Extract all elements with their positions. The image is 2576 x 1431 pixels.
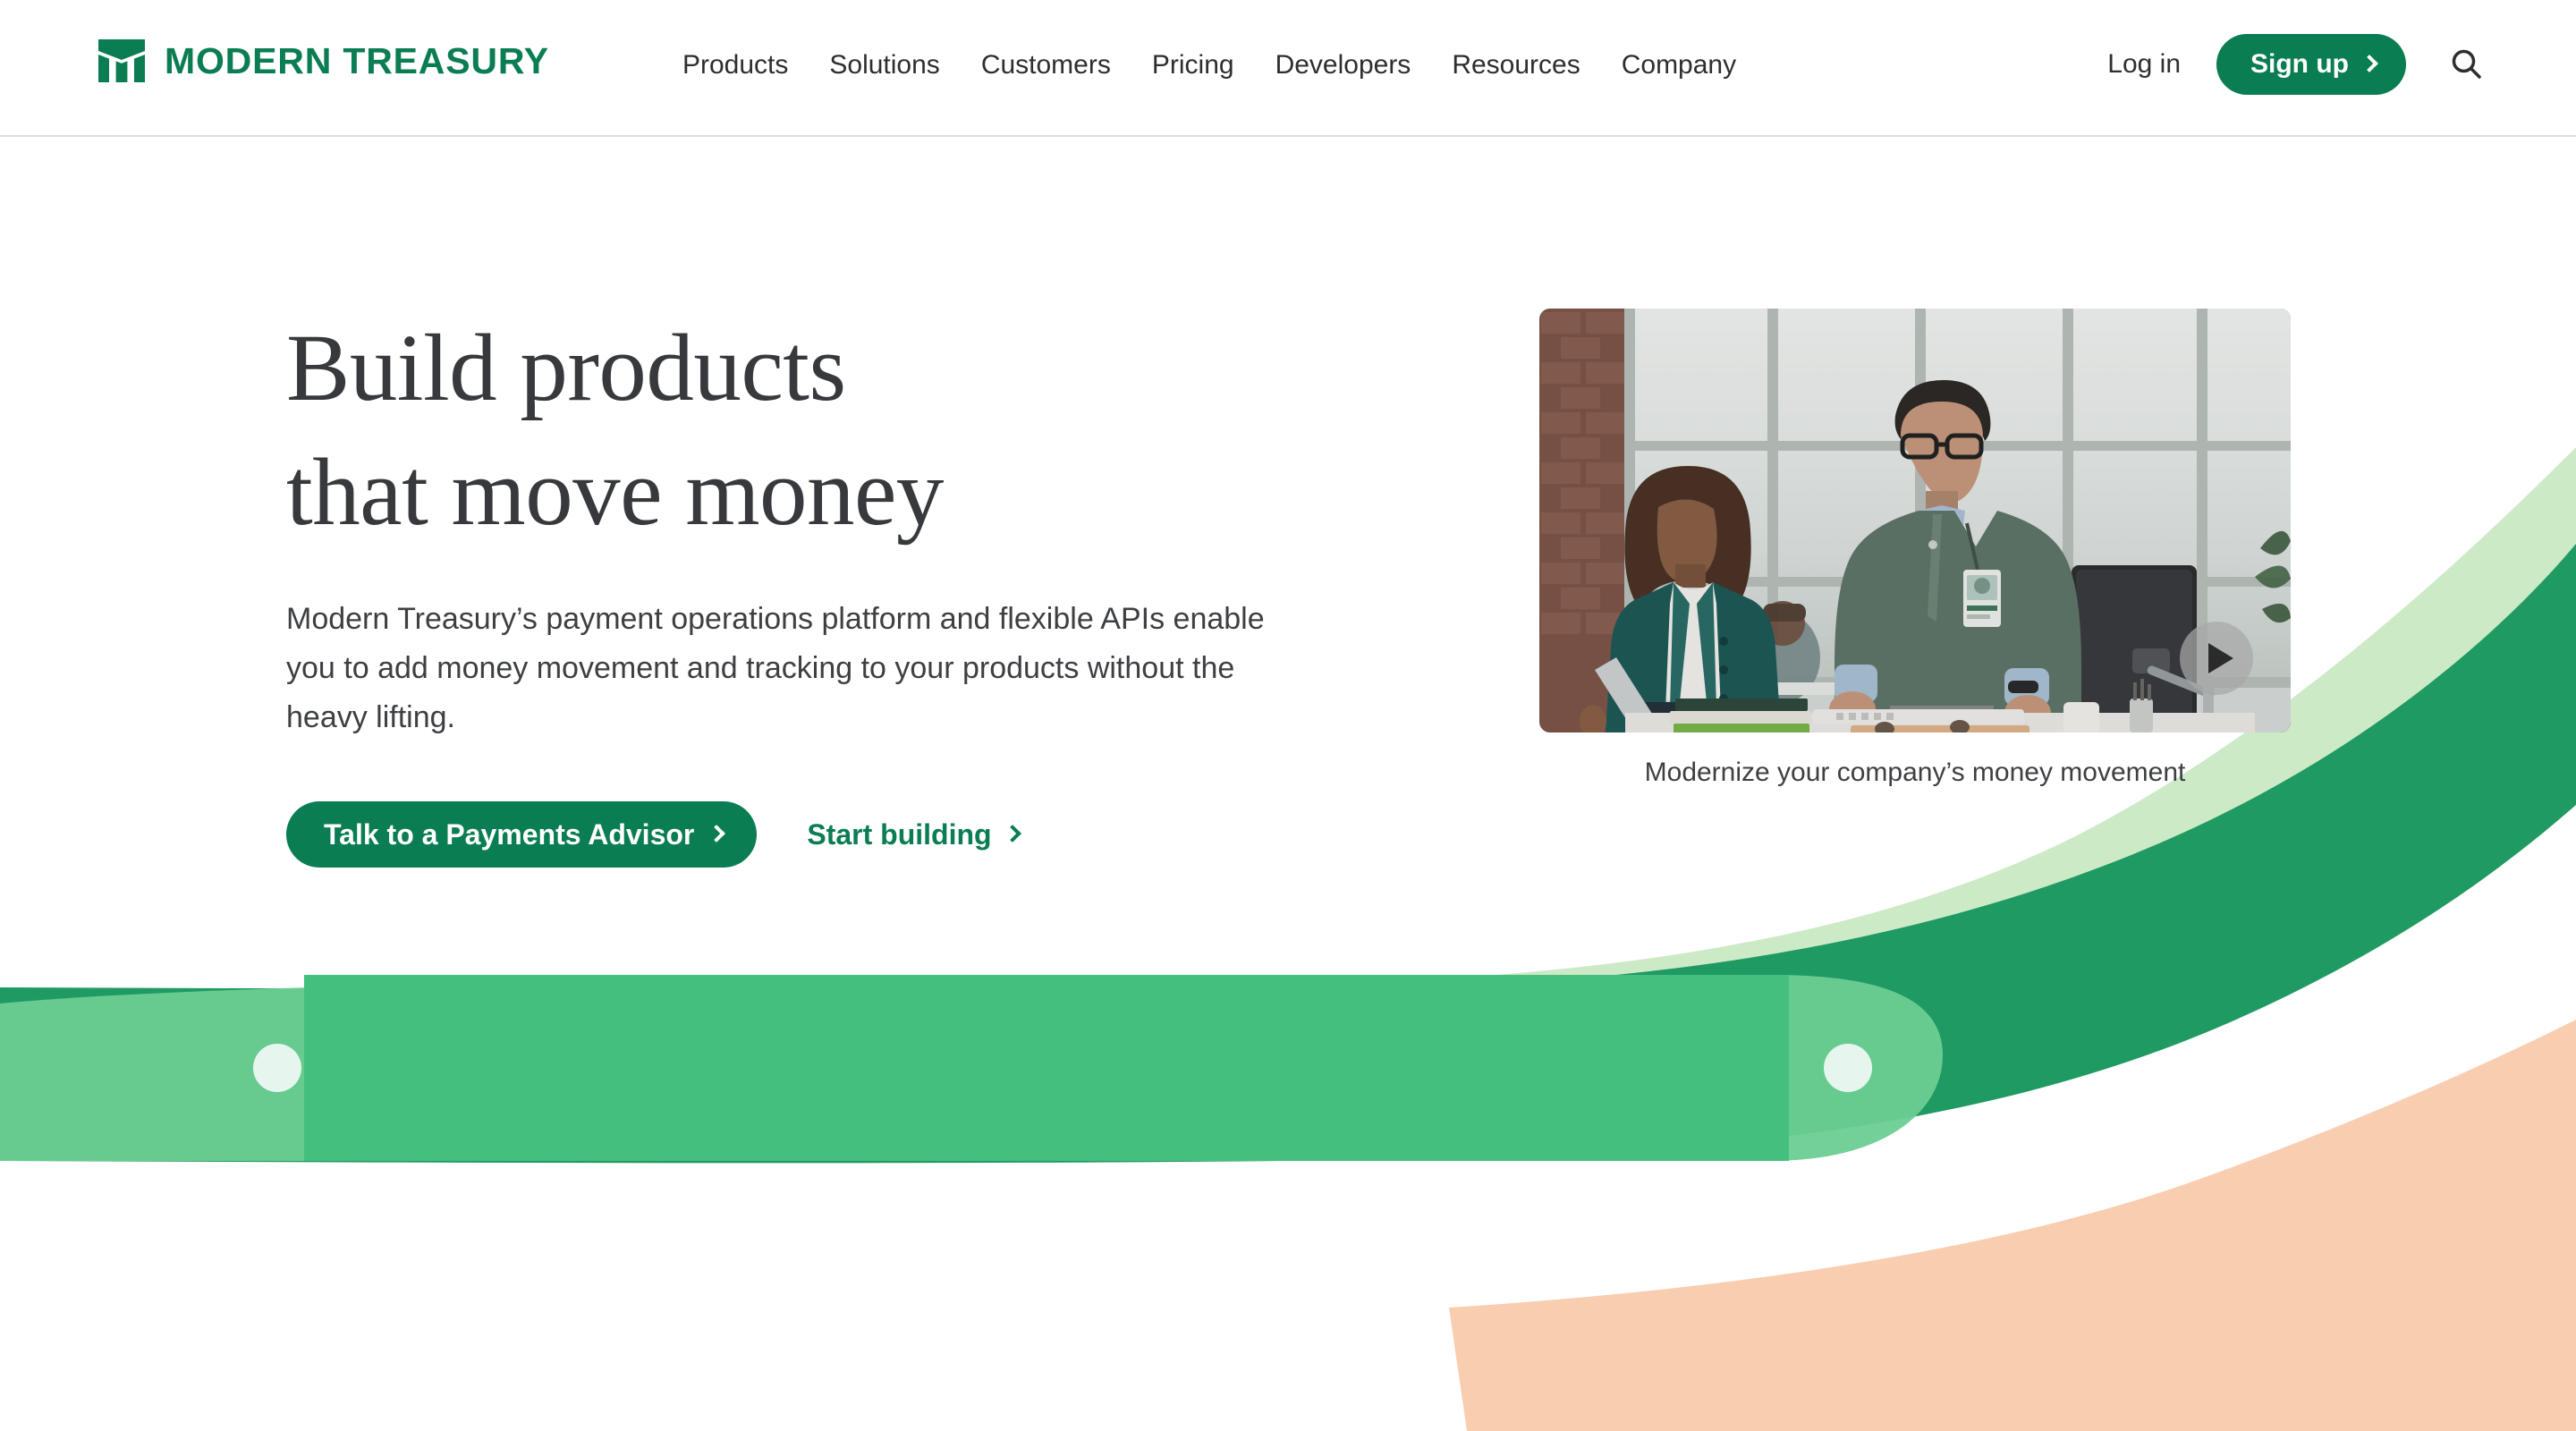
sign-up-button-label: Sign up	[2250, 49, 2349, 79]
play-button[interactable]	[2180, 622, 2253, 695]
start-building-link[interactable]: Start building	[800, 818, 1025, 851]
headline-line-2: that move money	[286, 440, 944, 546]
primary-navigation: Products Solutions Customers Pricing Dev…	[662, 47, 1757, 84]
start-building-label: Start building	[807, 817, 992, 851]
brand-name: MODERN TREASURY	[165, 39, 549, 81]
chevron-right-icon	[2360, 55, 2378, 72]
play-icon	[2207, 643, 2233, 673]
hero-cta-row: Talk to a Payments Advisor Start buildin…	[286, 801, 1360, 868]
nav-item-resources[interactable]: Resources	[1431, 47, 1600, 84]
media-caption: Modernize your company’s money movement	[1644, 758, 2186, 787]
chevron-right-icon	[1003, 825, 1021, 843]
nav-item-customers[interactable]: Customers	[961, 47, 1131, 84]
log-in-link[interactable]: Log in	[2107, 51, 2181, 78]
header-actions: Log in Sign up	[2107, 34, 2487, 95]
page-title: Build products that move money	[286, 307, 1360, 555]
talk-to-payments-advisor-label: Talk to a Payments Advisor	[324, 817, 695, 851]
nav-item-company[interactable]: Company	[1601, 47, 1757, 84]
nav-item-products[interactable]: Products	[662, 47, 809, 84]
video-thumbnail[interactable]	[1539, 309, 2291, 732]
search-icon	[2448, 46, 2484, 84]
search-button[interactable]	[2445, 44, 2487, 85]
nav-item-pricing[interactable]: Pricing	[1131, 47, 1255, 84]
site-header: MODERN TREASURY Products Solutions Custo…	[0, 0, 2576, 137]
nav-item-developers[interactable]: Developers	[1255, 47, 1432, 84]
wave-light-green-bar	[0, 975, 1943, 1161]
brand-logo-link[interactable]: MODERN TREASURY	[98, 39, 549, 82]
wave-peach	[1449, 1020, 2576, 1431]
nav-item-solutions[interactable]: Solutions	[809, 47, 960, 84]
hero-subheading: Modern Treasury’s payment operations pla…	[286, 602, 1265, 735]
hero-section: Build products that move money Modern Tr…	[0, 137, 2576, 1431]
wave-mid-green-strip	[304, 975, 1789, 1161]
wave-dot-white-left	[253, 1044, 301, 1092]
hero-copy: Build products that move money Modern Tr…	[286, 307, 1360, 868]
hero-media: Modernize your company’s money movement	[1539, 309, 2291, 792]
wave-dot-white-right	[1824, 1044, 1872, 1092]
chevron-right-icon	[708, 825, 726, 843]
modern-treasury-logo-icon	[98, 39, 145, 82]
sign-up-button[interactable]: Sign up	[2216, 34, 2406, 95]
talk-to-payments-advisor-button[interactable]: Talk to a Payments Advisor	[286, 801, 758, 868]
headline-line-1: Build products	[286, 316, 846, 421]
